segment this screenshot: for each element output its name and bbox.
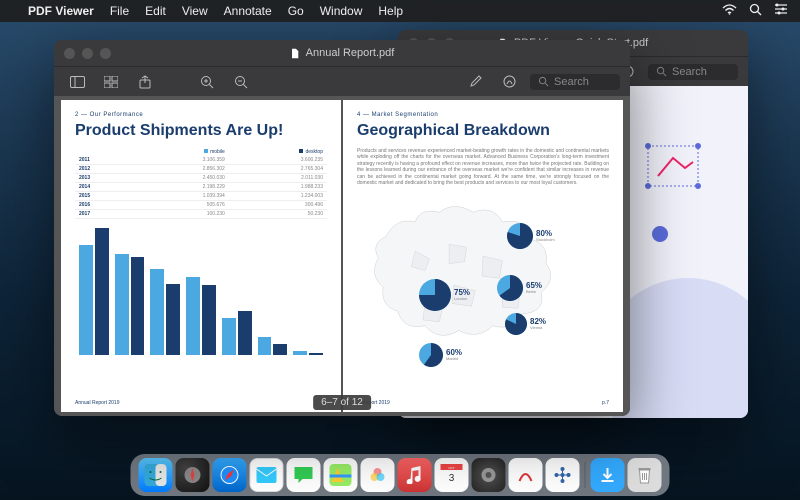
pie-vienna: 82%Vienna bbox=[505, 313, 546, 335]
dock-messages-icon[interactable] bbox=[287, 458, 321, 492]
body-text: Products and services revenue experience… bbox=[357, 148, 609, 187]
document-viewport[interactable]: 2 — Our Performance Product Shipments Ar… bbox=[54, 96, 630, 416]
page-heading: Geographical Breakdown bbox=[357, 122, 609, 140]
decoration-circle bbox=[652, 226, 668, 242]
bar-group bbox=[258, 225, 288, 355]
dock-music-icon[interactable] bbox=[398, 458, 432, 492]
pie-stockholm: 80%Stockholm bbox=[507, 223, 555, 249]
dock: OCT 3 bbox=[131, 454, 670, 496]
traffic-light-minimize[interactable] bbox=[82, 48, 93, 59]
illustration-annotation bbox=[638, 136, 708, 196]
dock-downloads-icon[interactable] bbox=[591, 458, 625, 492]
window-title: Annual Report.pdf bbox=[306, 47, 395, 59]
dock-launchpad-icon[interactable] bbox=[176, 458, 210, 492]
table-row: 20122.856.3022.765.304 bbox=[75, 164, 327, 173]
bar-group bbox=[186, 225, 216, 355]
menu-annotate[interactable]: Annotate bbox=[224, 4, 272, 18]
search-icon bbox=[538, 76, 549, 87]
table-row: 20132.450.0302.011.030 bbox=[75, 173, 327, 182]
zoom-out-icon[interactable] bbox=[228, 71, 254, 93]
bar-group bbox=[222, 225, 252, 355]
search-placeholder: Search bbox=[554, 76, 589, 88]
table-row: 2016505.676300.496 bbox=[75, 200, 327, 209]
section-label: 2 — Our Performance bbox=[75, 112, 327, 118]
svg-text:OCT: OCT bbox=[448, 466, 455, 470]
share-icon[interactable] bbox=[132, 71, 158, 93]
titlebar[interactable]: Annual Report.pdf bbox=[54, 40, 630, 66]
dock-settings-icon[interactable] bbox=[472, 458, 506, 492]
dock-safari-icon[interactable] bbox=[213, 458, 247, 492]
bar-group bbox=[150, 225, 180, 355]
thumbnails-icon[interactable] bbox=[98, 71, 124, 93]
table-row: 2017100.23050.230 bbox=[75, 209, 327, 218]
search-icon bbox=[656, 66, 667, 77]
table-row: 20142.198.2291.988.233 bbox=[75, 182, 327, 191]
menu-window[interactable]: Window bbox=[320, 4, 363, 18]
wifi-icon[interactable] bbox=[722, 3, 737, 19]
europe-map-chart: 80%Stockholm 75%London 65%Berlin 82%Vienna 6… bbox=[357, 195, 609, 375]
window-annual-report[interactable]: Annual Report.pdf Search 2 — Our Perform… bbox=[54, 40, 630, 416]
table-row: 20113.106.3593.600.235 bbox=[75, 156, 327, 165]
document-icon bbox=[290, 48, 301, 59]
dock-mail-icon[interactable] bbox=[250, 458, 284, 492]
pdf-page-left: 2 — Our Performance Product Shipments Ar… bbox=[61, 100, 341, 412]
sidebar-toggle-icon[interactable] bbox=[64, 71, 90, 93]
search-field[interactable]: Search bbox=[530, 74, 620, 90]
pie-berlin: 65%Berlin bbox=[497, 275, 542, 301]
menu-extras-icon[interactable] bbox=[774, 3, 788, 19]
dock-trash-icon[interactable] bbox=[628, 458, 662, 492]
page-heading: Product Shipments Are Up! bbox=[75, 122, 327, 140]
menu-go[interactable]: Go bbox=[288, 4, 304, 18]
europe-outline bbox=[357, 195, 609, 375]
bar-group bbox=[79, 225, 109, 355]
bar-group bbox=[115, 225, 145, 355]
toolbar: Search bbox=[54, 66, 630, 96]
dock-calendar-icon[interactable]: OCT 3 bbox=[435, 458, 469, 492]
traffic-light-zoom[interactable] bbox=[100, 48, 111, 59]
shipments-table: mobile desktop 20113.106.3593.600.235201… bbox=[75, 148, 327, 219]
page-indicator: 6–7 of 12 bbox=[313, 395, 371, 410]
bar-group bbox=[293, 225, 323, 355]
section-label: 4 — Market Segmentation bbox=[357, 112, 609, 118]
dock-finder-icon[interactable] bbox=[139, 458, 173, 492]
dock-app-icon[interactable] bbox=[509, 458, 543, 492]
table-row: 20151.039.3941.234.003 bbox=[75, 191, 327, 200]
dock-pdfviewer-icon[interactable] bbox=[546, 458, 580, 492]
traffic-light-close[interactable] bbox=[64, 48, 75, 59]
menu-view[interactable]: View bbox=[182, 4, 208, 18]
search-field[interactable]: Search bbox=[648, 64, 738, 80]
zoom-in-icon[interactable] bbox=[194, 71, 220, 93]
dock-separator bbox=[585, 462, 586, 488]
edit-icon[interactable] bbox=[462, 71, 488, 93]
page-footer-right: p.7 bbox=[602, 400, 609, 406]
app-name[interactable]: PDF Viewer bbox=[28, 4, 94, 18]
menu-file[interactable]: File bbox=[110, 4, 129, 18]
search-placeholder: Search bbox=[672, 66, 707, 78]
svg-text:3: 3 bbox=[449, 473, 455, 484]
dock-photos-icon[interactable] bbox=[361, 458, 395, 492]
menu-help[interactable]: Help bbox=[378, 4, 403, 18]
system-menubar: PDF Viewer File Edit View Annotate Go Wi… bbox=[0, 0, 800, 22]
dock-maps-icon[interactable] bbox=[324, 458, 358, 492]
pie-london: 75%London bbox=[419, 279, 470, 311]
menu-edit[interactable]: Edit bbox=[145, 4, 166, 18]
search-icon[interactable] bbox=[749, 3, 762, 19]
pie-madrid: 60%Madrid bbox=[419, 343, 462, 367]
shipments-bar-chart bbox=[75, 225, 327, 355]
pdf-page-right: 4 — Market Segmentation Geographical Bre… bbox=[343, 100, 623, 412]
annotate-icon[interactable] bbox=[496, 71, 522, 93]
page-footer: Annual Report 2019 bbox=[75, 400, 119, 406]
